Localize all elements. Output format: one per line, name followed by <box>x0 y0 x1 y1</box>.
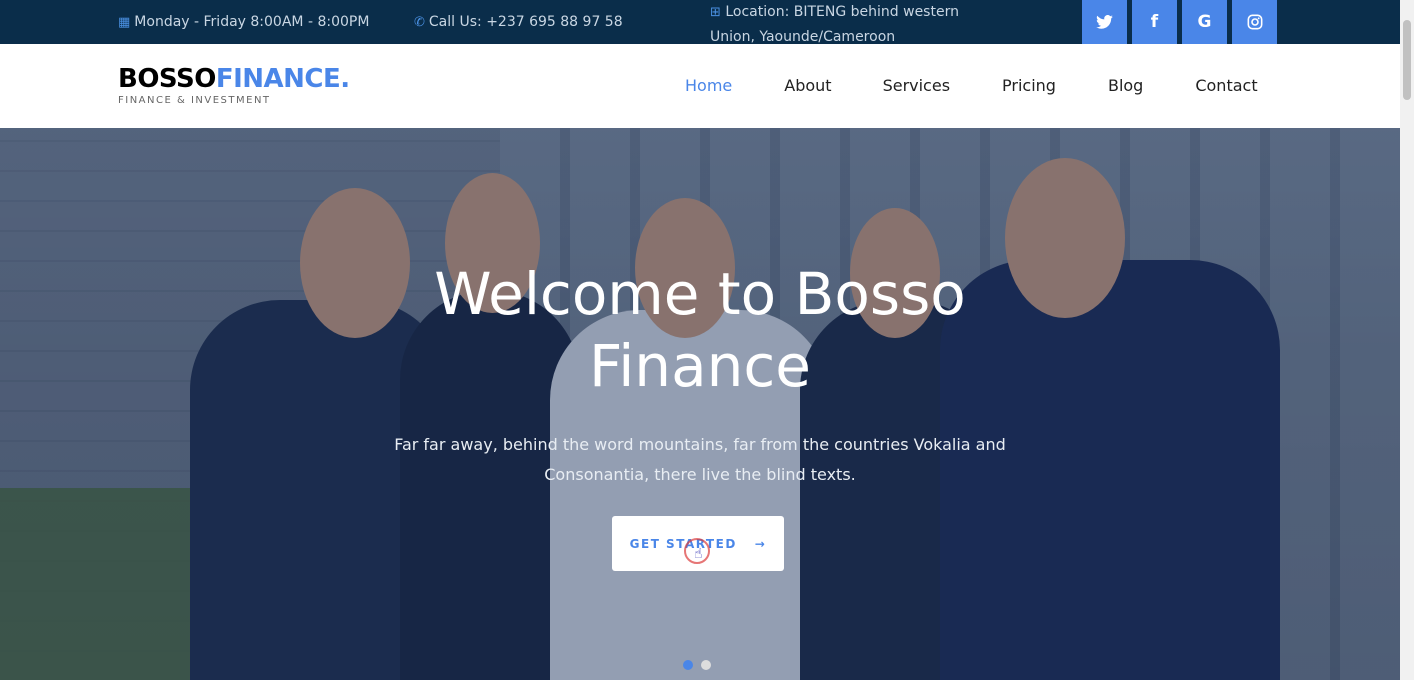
hero-title: Welcome to Bosso Finance <box>434 260 966 400</box>
location-info: ⊞ Location: BITENG behind western Union,… <box>710 0 990 50</box>
pointer-hand-icon: ☝ <box>694 546 703 562</box>
slider-dots <box>683 660 711 670</box>
hours-info: ▦ Monday - Friday 8:00AM - 8:00PM <box>118 14 369 30</box>
nav-menu: Home About Services Pricing Blog Contact <box>685 76 1258 95</box>
nav-pricing[interactable]: Pricing <box>1002 76 1056 95</box>
nav-services[interactable]: Services <box>883 76 950 95</box>
logo-part2: FINANCE. <box>215 64 350 94</box>
instagram-icon <box>1247 14 1262 30</box>
mouse-cursor: ☝ <box>684 538 710 564</box>
instagram-button[interactable] <box>1232 0 1277 44</box>
slider-dot-2[interactable] <box>701 660 711 670</box>
nav-about[interactable]: About <box>784 76 831 95</box>
phone-icon: ✆ <box>414 14 425 30</box>
hero-slider: Welcome to Bosso Finance Far far away, b… <box>0 128 1400 680</box>
hours-text: Monday - Friday 8:00AM - 8:00PM <box>134 14 370 30</box>
nav-contact[interactable]: Contact <box>1195 76 1257 95</box>
page-scrollbar[interactable] <box>1400 0 1414 680</box>
logo-part1: BOSSO <box>118 64 216 94</box>
map-icon: ⊞ <box>710 5 721 20</box>
top-info-bar: ▦ Monday - Friday 8:00AM - 8:00PM ✆ Call… <box>0 0 1400 45</box>
google-button[interactable]: G <box>1182 0 1227 44</box>
hero-overlay <box>0 128 1400 680</box>
twitter-icon <box>1096 15 1113 29</box>
location-text-line1: Location: BITENG behind western <box>725 4 959 20</box>
phone-info: ✆ Call Us: +237 695 88 97 58 <box>414 14 623 30</box>
calendar-icon: ▦ <box>118 14 131 30</box>
phone-text: Call Us: +237 695 88 97 58 <box>428 14 623 30</box>
arrow-right-icon: → <box>754 536 767 551</box>
slider-dot-1[interactable] <box>683 660 693 670</box>
google-icon: G <box>1197 12 1212 32</box>
twitter-button[interactable] <box>1082 0 1127 44</box>
site-logo[interactable]: BOSSOFINANCE. FINANCE & INVESTMENT <box>118 64 350 106</box>
nav-blog[interactable]: Blog <box>1108 76 1143 95</box>
social-links: f G <box>1082 0 1277 44</box>
scrollbar-thumb[interactable] <box>1403 20 1411 100</box>
logo-tagline: FINANCE & INVESTMENT <box>118 95 271 106</box>
facebook-button[interactable]: f <box>1132 0 1177 44</box>
main-navbar: BOSSOFINANCE. FINANCE & INVESTMENT Home … <box>0 44 1400 128</box>
facebook-icon: f <box>1150 12 1159 32</box>
nav-home[interactable]: Home <box>685 76 732 95</box>
hero-subtitle: Far far away, behind the word mountains,… <box>394 435 1006 484</box>
